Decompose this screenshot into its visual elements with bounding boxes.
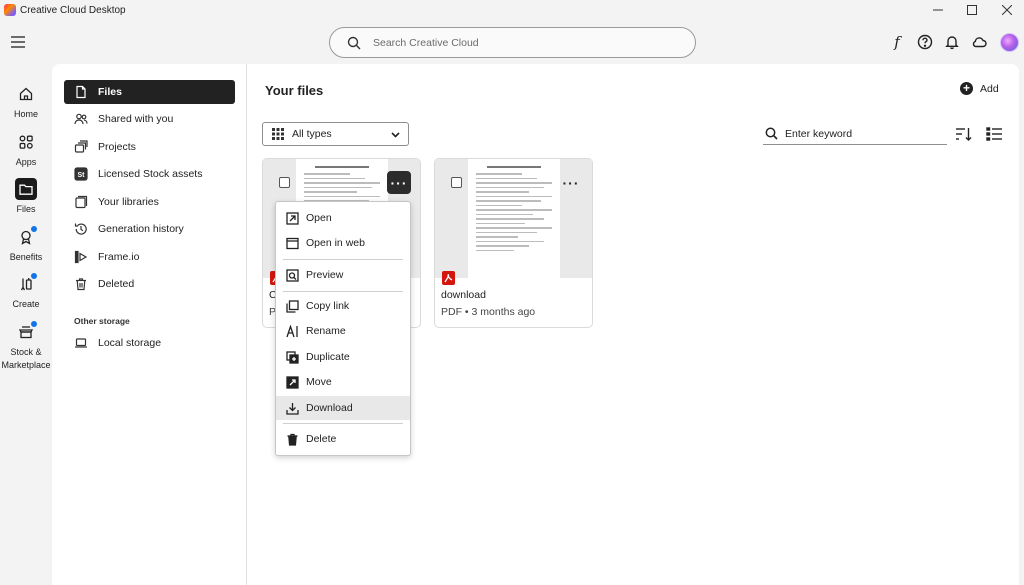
files-icon <box>74 85 88 99</box>
search-bar[interactable] <box>329 27 696 58</box>
download-icon <box>286 402 299 415</box>
folder-icon <box>15 178 37 200</box>
menu-item-preview[interactable]: Preview <box>276 263 410 287</box>
search-icon <box>765 127 778 140</box>
menu-icon[interactable] <box>11 36 25 48</box>
sidenav-item-libraries[interactable]: Your libraries <box>64 190 235 214</box>
menu-item-move[interactable]: Move <box>276 370 410 394</box>
file-meta: PDF • 3 months ago <box>441 306 536 318</box>
sidenav-item-shared[interactable]: Shared with you <box>64 107 235 131</box>
title-bar: Creative Cloud Desktop <box>0 0 1024 20</box>
list-view-icon[interactable] <box>986 126 1003 142</box>
type-filter-dropdown[interactable]: All types <box>262 122 409 146</box>
rail-item-files[interactable]: Files <box>0 178 52 216</box>
sidenav-item-licensed-stock[interactable]: St Licensed Stock assets <box>64 162 235 186</box>
creative-cloud-logo-icon <box>4 4 16 16</box>
sidenav-item-projects[interactable]: Projects <box>64 135 235 159</box>
left-rail: Home Apps Files Benefits Create Stock & <box>0 64 52 585</box>
sidenav-item-generation-history[interactable]: Generation history <box>64 217 235 241</box>
menu-item-delete[interactable]: Delete <box>276 427 410 451</box>
files-sidenav: Files Shared with you Projects St Licens… <box>52 64 247 585</box>
keyword-input[interactable] <box>785 127 935 140</box>
page-title: Your files <box>265 83 324 98</box>
document-preview <box>468 159 560 278</box>
move-icon <box>286 375 299 389</box>
select-checkbox[interactable] <box>451 177 462 188</box>
preview-icon <box>286 268 299 282</box>
menu-item-open-in-web[interactable]: Open in web <box>276 231 410 255</box>
menu-item-open[interactable]: Open <box>276 206 410 230</box>
copy-link-icon <box>286 299 299 313</box>
create-icon <box>15 273 37 295</box>
bell-icon[interactable] <box>942 32 962 52</box>
menu-divider <box>283 423 403 424</box>
notification-badge <box>31 321 37 327</box>
stock-icon <box>15 321 37 343</box>
search-input[interactable] <box>373 36 653 49</box>
file-context-menu: Open Open in web Preview Copy link Renam… <box>275 201 411 456</box>
minimize-button[interactable] <box>921 0 955 20</box>
add-button[interactable]: + Add <box>960 82 999 95</box>
open-icon <box>286 211 299 225</box>
rail-item-stock-marketplace[interactable]: Stock & Marketplace <box>0 321 52 372</box>
benefits-icon <box>15 226 37 248</box>
cloud-icon[interactable] <box>969 32 989 52</box>
rail-item-apps[interactable]: Apps <box>0 131 52 169</box>
menu-item-download[interactable]: Download <box>276 396 410 420</box>
laptop-icon <box>74 336 88 350</box>
search-icon <box>347 36 361 49</box>
home-icon <box>15 83 37 105</box>
chevron-down-icon <box>391 130 400 139</box>
trash-icon <box>74 277 88 291</box>
sidenav-item-files[interactable]: Files <box>64 80 235 104</box>
delete-icon <box>286 433 299 446</box>
help-icon[interactable] <box>915 32 935 52</box>
add-icon: + <box>960 82 973 95</box>
apps-icon <box>15 131 37 153</box>
sidenav-item-local-storage[interactable]: Local storage <box>64 331 235 355</box>
more-options-button[interactable]: ··· <box>387 171 411 194</box>
rename-icon <box>286 324 299 338</box>
top-bar: f <box>0 20 1024 64</box>
more-options-button[interactable]: ··· <box>559 171 583 194</box>
maximize-button[interactable] <box>955 0 989 20</box>
sidenav-item-deleted[interactable]: Deleted <box>64 272 235 296</box>
other-storage-heading: Other storage <box>74 316 130 326</box>
svg-text:St: St <box>78 172 86 179</box>
shared-icon <box>74 112 88 126</box>
browser-icon <box>286 237 299 250</box>
close-window-button[interactable] <box>990 0 1024 20</box>
window-title: Creative Cloud Desktop <box>20 4 126 16</box>
libraries-icon <box>74 195 88 209</box>
keyword-filter[interactable] <box>763 123 947 145</box>
sort-icon[interactable] <box>955 126 972 142</box>
history-icon <box>74 222 88 236</box>
sidenav-item-frameio[interactable]: Frame.io <box>64 245 235 269</box>
grid-icon <box>272 128 284 140</box>
menu-divider <box>283 291 403 292</box>
file-name: download <box>441 289 486 301</box>
menu-item-rename[interactable]: Rename <box>276 319 410 343</box>
pdf-icon <box>442 271 455 285</box>
duplicate-icon <box>286 350 299 364</box>
menu-divider <box>283 259 403 260</box>
menu-item-duplicate[interactable]: Duplicate <box>276 345 410 369</box>
rail-item-benefits[interactable]: Benefits <box>0 226 52 264</box>
select-checkbox[interactable] <box>279 177 290 188</box>
rail-item-home[interactable]: Home <box>0 83 52 121</box>
fonts-icon[interactable]: f <box>887 32 907 52</box>
frameio-icon <box>74 250 88 264</box>
avatar[interactable] <box>1000 33 1019 52</box>
main-panel: Files Shared with you Projects St Licens… <box>52 64 1019 585</box>
file-card[interactable]: ··· download PDF • 3 months ago <box>434 158 593 328</box>
rail-item-create[interactable]: Create <box>0 273 52 311</box>
projects-icon <box>74 140 88 154</box>
notification-badge <box>31 273 37 279</box>
notification-badge <box>31 226 37 232</box>
menu-item-copy-link[interactable]: Copy link <box>276 294 410 318</box>
stock-assets-icon: St <box>74 167 88 181</box>
